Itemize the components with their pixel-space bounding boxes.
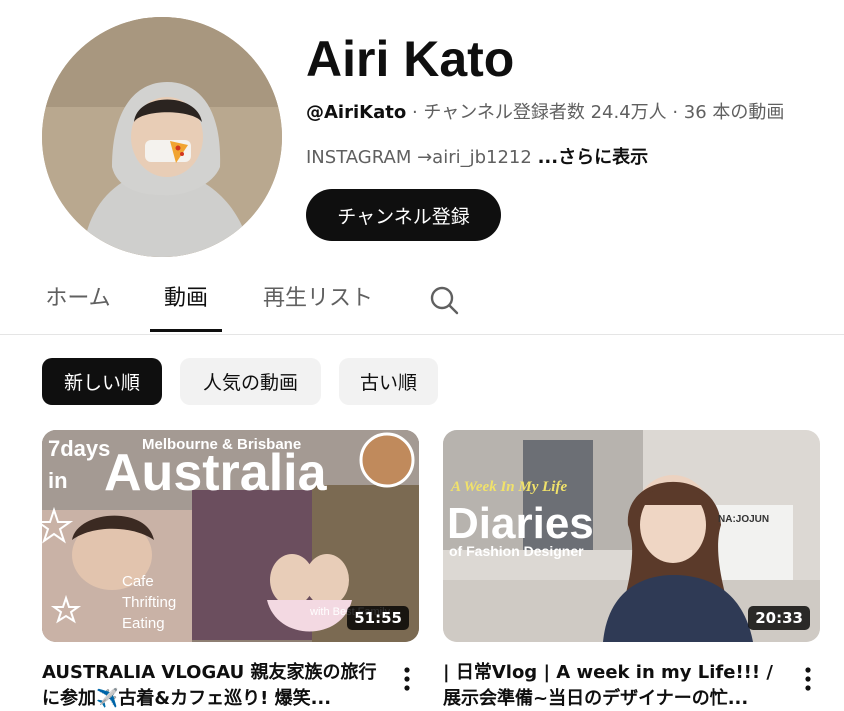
more-options-icon[interactable] <box>798 664 818 694</box>
channel-stats: · チャンネル登録者数 24.4万人 · 36 本の動画 <box>406 102 785 123</box>
thumb-headline: Australia <box>104 444 328 502</box>
thumb-list-1: Cafe <box>122 573 154 590</box>
channel-tabs: ホーム 動画 再生リスト <box>0 270 844 335</box>
show-more-link[interactable]: ...さらに表示 <box>538 147 649 168</box>
channel-meta: @AiriKato · チャンネル登録者数 24.4万人 · 36 本の動画 <box>306 100 784 126</box>
channel-avatar[interactable] <box>42 17 282 257</box>
tab-playlists[interactable]: 再生リスト <box>257 270 379 332</box>
thumb-list-3: Eating <box>122 615 165 632</box>
search-icon[interactable] <box>428 284 460 316</box>
thumb-sign-text: NA:JOJUN <box>718 514 769 525</box>
video-thumbnail[interactable]: A Week In My Life Diaries of Fashion Des… <box>443 430 820 642</box>
chip-newest[interactable]: 新しい順 <box>42 358 162 405</box>
video-thumbnail[interactable]: 7days Melbourne & Brisbane in Australia … <box>42 430 419 642</box>
channel-name: Airi Kato <box>306 31 515 87</box>
description-text: INSTAGRAM →airi_jb1212 <box>306 147 538 168</box>
video-duration: 51:55 <box>347 606 409 630</box>
tab-home[interactable]: ホーム <box>41 270 115 332</box>
thumb-days: 7days <box>48 436 110 461</box>
tab-videos[interactable]: 動画 <box>150 270 222 332</box>
chip-popular[interactable]: 人気の動画 <box>180 358 321 405</box>
chip-oldest[interactable]: 古い順 <box>339 358 438 405</box>
thumb-subtitle: of Fashion Designer <box>449 543 584 559</box>
thumb-in: in <box>48 468 68 493</box>
video-duration: 20:33 <box>748 606 810 630</box>
channel-handle: @AiriKato <box>306 102 407 123</box>
avatar-image <box>42 17 282 257</box>
video-title[interactable]: | 日常Vlog | A week in my Life!!! / 展示会準備~… <box>443 660 788 711</box>
thumb-tagline: A Week In My Life <box>450 479 567 495</box>
channel-description[interactable]: INSTAGRAM →airi_jb1212 ...さらに表示 <box>306 145 648 171</box>
thumb-list-2: Thrifting <box>122 594 176 611</box>
video-title[interactable]: AUSTRALIA VLOGAU 親友家族の旅行に参加✈️古着&カフェ巡り! 爆… <box>42 660 387 711</box>
thumb-headline: Diaries <box>447 499 594 548</box>
more-options-icon[interactable] <box>397 664 417 694</box>
subscribe-button[interactable]: チャンネル登録 <box>306 189 501 241</box>
